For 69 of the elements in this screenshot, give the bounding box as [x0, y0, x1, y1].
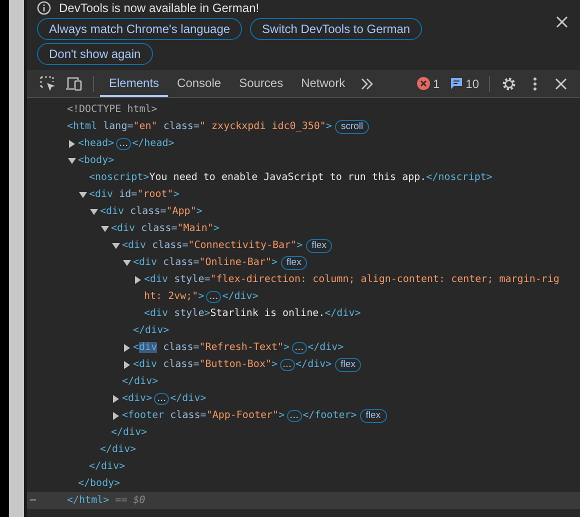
message-count: 10 — [466, 76, 479, 90]
code-text: <noscript>You need to enable JavaScript to run this app.</noscript> — [89, 172, 492, 183]
collapsed-triangle-icon[interactable] — [134, 276, 142, 284]
code-text: ht: 2vw;"> — [144, 291, 204, 302]
expanded-triangle-icon[interactable] — [79, 190, 87, 198]
code-text: </div> — [170, 393, 206, 404]
code-text: </div> — [308, 342, 344, 353]
collapsed-triangle-icon[interactable] — [123, 344, 131, 352]
collapsed-content-badge[interactable]: … — [286, 410, 302, 422]
code-text: <div> — [122, 393, 152, 404]
panel-tab[interactable]: Network — [292, 70, 354, 97]
expanded-triangle-icon[interactable] — [68, 156, 76, 164]
code-text: <body> — [78, 155, 114, 166]
layout-badge[interactable]: flex — [280, 256, 308, 270]
code-text: <div class="Connectivity-Bar"> — [122, 240, 303, 251]
code-text: <html lang="en" class=" zxyckxpdi idc0_350"> — [67, 121, 332, 132]
panel-tab[interactable]: Sources — [230, 70, 292, 97]
code-text: <div class="Online-Bar"> — [133, 257, 278, 268]
code-text: </head> — [132, 138, 174, 149]
layout-badge[interactable]: flex — [360, 408, 387, 422]
infobar-button[interactable]: Always match Chrome's language — [37, 18, 242, 40]
infobar-message: DevTools is now available in German! — [59, 1, 260, 15]
code-text: <footer class="App-Footer"> — [122, 410, 285, 421]
error-count: 1 — [432, 76, 440, 90]
code-text: <div class="Button-Box"> — [133, 359, 278, 370]
code-text: </div> — [222, 291, 258, 302]
code-text: </body> — [78, 478, 120, 489]
expanded-triangle-icon[interactable] — [123, 258, 131, 266]
layout-badge[interactable]: scroll — [334, 120, 370, 134]
code-text: <div class="Main"> — [111, 223, 220, 234]
code-text: </footer> — [302, 410, 357, 421]
code-text: <div class="App"> — [100, 206, 202, 217]
collapsed-content-badge[interactable]: … — [206, 290, 222, 302]
selected-row[interactable]: ⋯ </html> == $0 — [27, 492, 580, 509]
code-text: </html> == $0 — [67, 495, 146, 506]
message-icon — [450, 77, 463, 90]
row-marker: ⋯ — [30, 495, 36, 506]
info-icon — [37, 1, 51, 15]
code-text: </div> — [89, 461, 126, 472]
collapsed-content-badge[interactable]: … — [292, 342, 307, 354]
collapsed-triangle-icon[interactable] — [68, 140, 76, 148]
panel-tab[interactable]: Console — [168, 70, 230, 97]
expanded-triangle-icon[interactable] — [112, 242, 120, 250]
collapsed-content-badge[interactable]: … — [280, 358, 295, 370]
code-text: <head> — [78, 138, 114, 149]
layout-badge[interactable]: flex — [306, 238, 332, 252]
code-text: </div> — [133, 325, 170, 336]
code-text: <div id="root"> — [89, 189, 180, 200]
layout-badge[interactable]: flex — [334, 358, 362, 372]
code-text: <div style="flex-direction: column; align-content: center; margin-rig — [144, 274, 560, 285]
code-text: </div> — [111, 427, 148, 438]
code-text: <!DOCTYPE html> — [67, 104, 158, 115]
code-text: <div class="Refresh-Text"> — [133, 342, 290, 353]
error-icon — [416, 77, 430, 90]
infobar-button[interactable]: Switch DevTools to German — [250, 18, 422, 40]
close-icon[interactable] — [556, 16, 568, 28]
code-text: </div> — [122, 376, 158, 387]
code-text: </div> — [296, 359, 332, 370]
code-text: <div style>Starlink is online.</div> — [144, 308, 361, 319]
expanded-triangle-icon[interactable] — [101, 224, 109, 232]
collapsed-triangle-icon[interactable] — [123, 360, 131, 368]
infobar-button[interactable]: Don't show again — [37, 43, 153, 65]
collapsed-content-badge[interactable]: … — [116, 138, 132, 150]
code-text: </div> — [100, 444, 136, 455]
collapsed-triangle-icon[interactable] — [112, 394, 120, 402]
panel-tab[interactable]: Elements — [100, 70, 168, 97]
collapsed-content-badge[interactable]: … — [154, 392, 170, 404]
collapsed-triangle-icon[interactable] — [112, 412, 120, 420]
expanded-triangle-icon[interactable] — [90, 208, 98, 216]
